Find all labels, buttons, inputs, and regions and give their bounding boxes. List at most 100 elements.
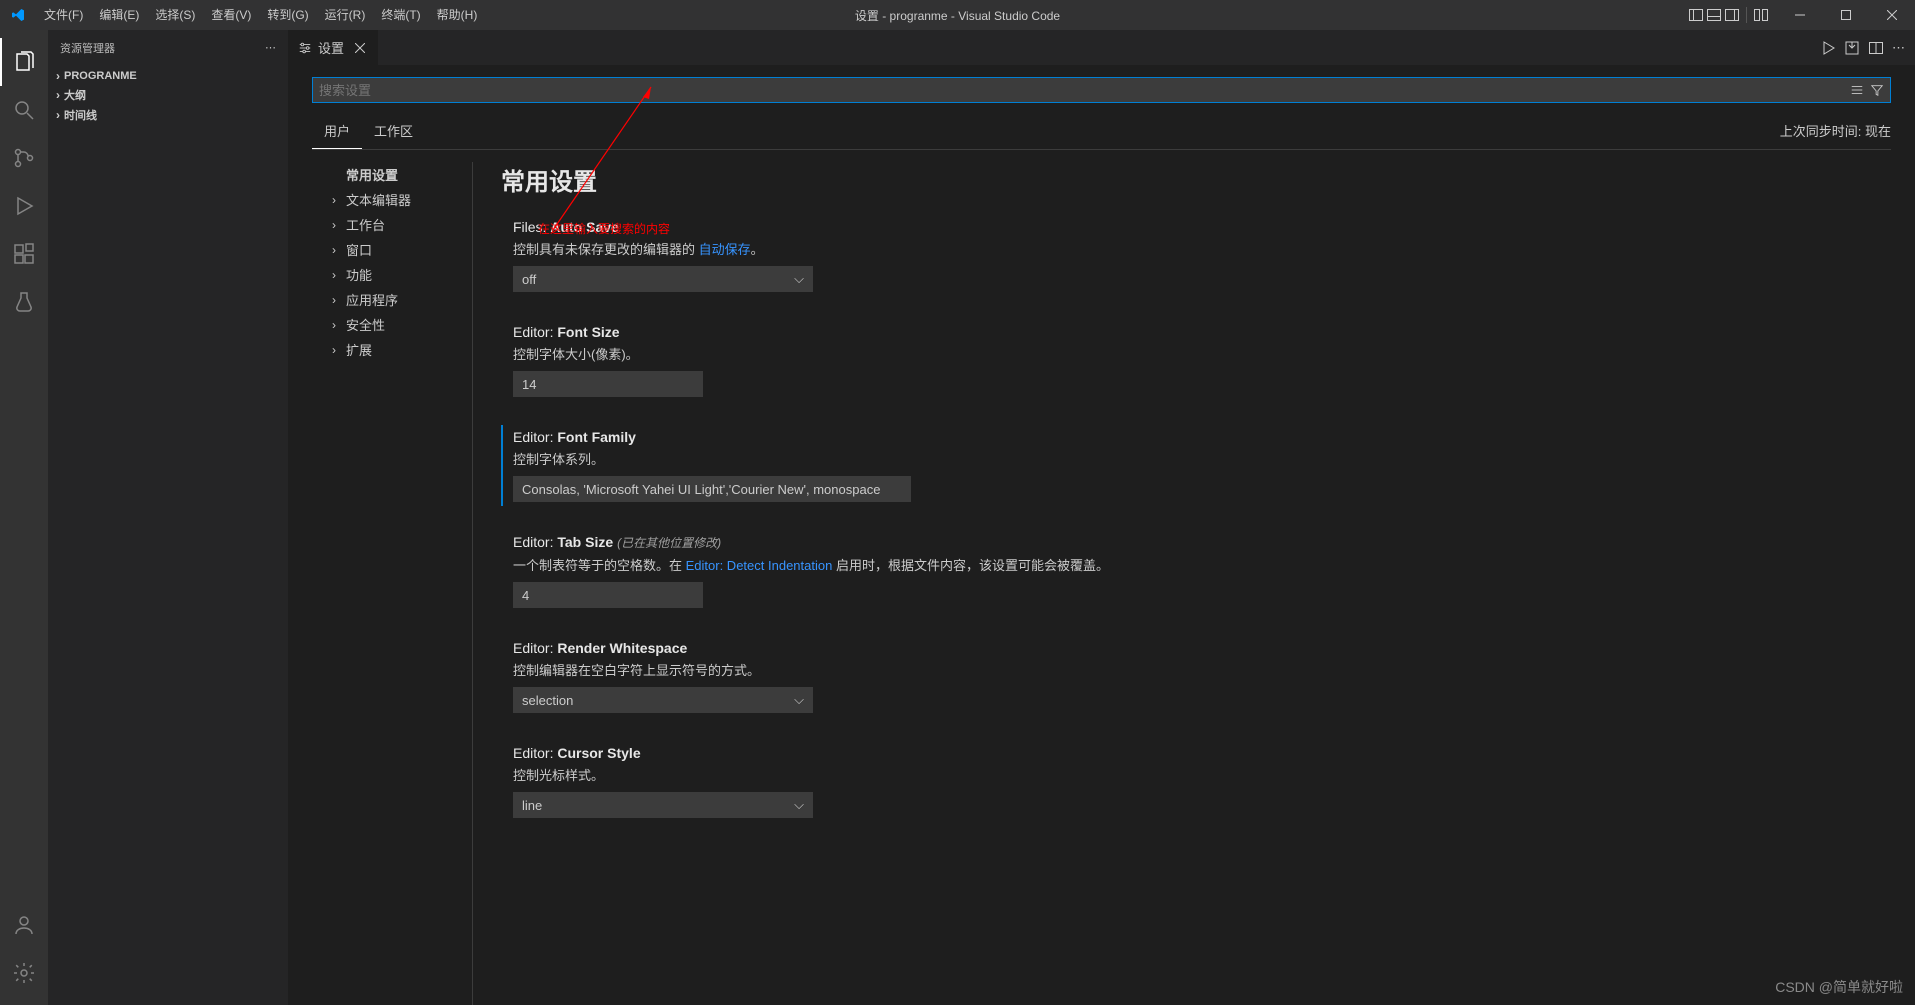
toggle-panel-icon[interactable] [1706, 7, 1722, 23]
scope-user-tab[interactable]: 用户 [312, 113, 362, 149]
toc-features[interactable]: ›功能 [332, 262, 472, 287]
split-editor-icon[interactable] [1868, 40, 1884, 56]
run-debug-icon[interactable] [0, 182, 48, 230]
activity-bar [0, 30, 48, 1005]
menu-go[interactable]: 转到(G) [259, 0, 316, 30]
close-button[interactable] [1869, 0, 1915, 30]
setting-desc: 一个制表符等于的空格数。在 Editor: Detect Indentation… [513, 555, 1891, 574]
search-icon[interactable] [0, 86, 48, 134]
explorer-icon[interactable] [0, 38, 48, 86]
editor-area: 设置 ⋯ 用户 工作区 上次同步时间: 现在 [288, 30, 1915, 1005]
separator [1746, 7, 1747, 23]
settings-search[interactable] [312, 77, 1891, 103]
title-prefix: Editor: [513, 534, 557, 550]
menu-bar: 文件(F) 编辑(E) 选择(S) 查看(V) 转到(G) 运行(R) 终端(T… [36, 0, 485, 30]
source-control-icon[interactable] [0, 134, 48, 182]
minimize-button[interactable] [1777, 0, 1823, 30]
toc-label: 工作台 [346, 215, 385, 234]
menu-file[interactable]: 文件(F) [36, 0, 91, 30]
tab-settings[interactable]: 设置 [288, 30, 379, 65]
auto-save-select[interactable]: off ⌵ [513, 266, 813, 292]
testing-icon[interactable] [0, 278, 48, 326]
detect-indentation-link[interactable]: Editor: Detect Indentation [686, 558, 833, 573]
sidebar-title: 资源管理器 [60, 40, 115, 56]
title-bold: Render Whitespace [557, 640, 687, 656]
menu-edit[interactable]: 编辑(E) [91, 0, 147, 30]
auto-save-link[interactable]: 自动保存 [699, 242, 751, 257]
toc-application[interactable]: ›应用程序 [332, 287, 472, 312]
toc-security[interactable]: ›安全性 [332, 312, 472, 337]
tab-label: 设置 [318, 38, 344, 57]
toggle-primary-sidebar-icon[interactable] [1688, 7, 1704, 23]
search-input[interactable] [319, 83, 1850, 98]
chevron-right-icon: › [332, 293, 346, 307]
chevron-right-icon: › [332, 268, 346, 282]
select-value: line [522, 798, 542, 813]
font-family-input[interactable] [513, 476, 911, 502]
sidebar: 资源管理器 ⋯ ›PROGRANME ›大纲 ›时间线 [48, 30, 288, 1005]
more-icon[interactable]: ⋯ [1892, 40, 1905, 56]
font-size-input[interactable] [513, 371, 703, 397]
toc-workbench[interactable]: ›工作台 [332, 212, 472, 237]
split-down-icon[interactable] [1844, 40, 1860, 56]
chevron-right-icon: › [332, 243, 346, 257]
menu-terminal[interactable]: 终端(T) [373, 0, 428, 30]
setting-font-size: Editor: Font Size 控制字体大小(像素)。 [501, 320, 1891, 401]
title-bold: Font Size [557, 324, 619, 340]
select-value: off [522, 272, 536, 287]
toc-extensions[interactable]: ›扩展 [332, 337, 472, 362]
chevron-down-icon: ⌵ [794, 797, 804, 813]
toc-label: 应用程序 [346, 290, 398, 309]
watermark: CSDN @简单就好啦 [1775, 977, 1903, 997]
sidebar-section-outline[interactable]: ›大纲 [48, 85, 288, 105]
chevron-right-icon: › [332, 218, 346, 232]
filter-icon[interactable] [1870, 83, 1884, 97]
setting-render-whitespace: Editor: Render Whitespace 控制编辑器在空白字符上显示符… [501, 636, 1891, 717]
settings-heading: 常用设置 [501, 162, 1891, 197]
run-icon[interactable] [1820, 40, 1836, 56]
tab-size-input[interactable] [513, 582, 703, 608]
toggle-secondary-sidebar-icon[interactable] [1724, 7, 1740, 23]
setting-tab-size: Editor: Tab Size(已在其他位置修改) 一个制表符等于的空格数。在… [501, 530, 1891, 612]
modified-hint: (已在其他位置修改) [617, 536, 721, 550]
sync-status[interactable]: 上次同步时间: 现在 [1780, 121, 1891, 140]
settings-list[interactable]: 常用设置 Files: Auto Save 控制具有未保存更改的编辑器的 自动保… [472, 162, 1891, 1005]
setting-desc: 控制编辑器在空白字符上显示符号的方式。 [513, 660, 1891, 679]
customize-layout-icon[interactable] [1753, 7, 1769, 23]
settings-toc: 常用设置 ›文本编辑器 ›工作台 ›窗口 ›功能 ›应用程序 ›安全性 ›扩展 [312, 162, 472, 1005]
menu-selection[interactable]: 选择(S) [147, 0, 203, 30]
menu-help[interactable]: 帮助(H) [429, 0, 486, 30]
chevron-down-icon: ⌵ [794, 271, 804, 287]
menu-run[interactable]: 运行(R) [317, 0, 374, 30]
setting-desc: 控制字体大小(像素)。 [513, 344, 1891, 363]
toc-label: 功能 [346, 265, 372, 284]
chevron-right-icon: › [332, 343, 346, 357]
title-bold: Font Family [557, 429, 636, 445]
extensions-icon[interactable] [0, 230, 48, 278]
titlebar: 文件(F) 编辑(E) 选择(S) 查看(V) 转到(G) 运行(R) 终端(T… [0, 0, 1915, 30]
menu-view[interactable]: 查看(V) [203, 0, 259, 30]
accounts-icon[interactable] [0, 901, 48, 949]
setting-desc: 控制字体系列。 [513, 449, 1891, 468]
close-icon[interactable] [352, 40, 368, 56]
toc-common[interactable]: 常用设置 [332, 162, 472, 187]
more-actions-icon[interactable]: ⋯ [265, 41, 276, 54]
scope-workspace-tab[interactable]: 工作区 [362, 113, 425, 149]
chevron-right-icon: › [56, 69, 60, 83]
window-title: 设置 - progranme - Visual Studio Code [855, 7, 1060, 24]
vscode-logo-icon [10, 7, 26, 23]
cursor-style-select[interactable]: line ⌵ [513, 792, 813, 818]
setting-font-family: Editor: Font Family 控制字体系列。 [501, 425, 1891, 506]
toc-text-editor[interactable]: ›文本编辑器 [332, 187, 472, 212]
settings-gear-icon[interactable] [0, 949, 48, 997]
clear-search-icon[interactable] [1850, 83, 1864, 97]
chevron-right-icon: › [56, 88, 60, 102]
setting-auto-save: Files: Auto Save 控制具有未保存更改的编辑器的 自动保存。 of… [501, 215, 1891, 296]
maximize-button[interactable] [1823, 0, 1869, 30]
sidebar-section-timeline[interactable]: ›时间线 [48, 105, 288, 125]
toc-label: 扩展 [346, 340, 372, 359]
select-value: selection [522, 693, 573, 708]
render-whitespace-select[interactable]: selection⌵ [513, 687, 813, 713]
sidebar-section-programme[interactable]: ›PROGRANME [48, 67, 288, 85]
toc-window[interactable]: ›窗口 [332, 237, 472, 262]
